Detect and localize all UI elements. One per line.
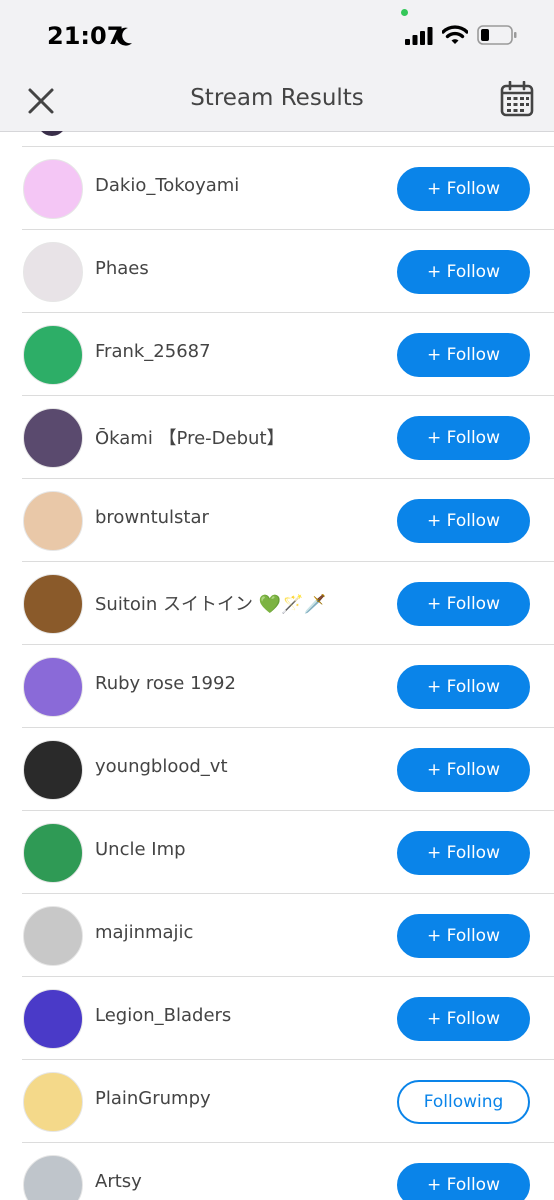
username[interactable]: Legion_Bladers <box>95 1005 231 1026</box>
list-item[interactable]: Artsy + Follow <box>22 1143 554 1200</box>
follow-button[interactable]: + Follow <box>397 831 530 875</box>
status-bar: 21:07 <box>0 0 554 70</box>
privacy-indicator <box>401 9 408 16</box>
list-item[interactable]: browntulstar + Follow <box>22 479 554 562</box>
follow-button[interactable]: + Follow <box>397 997 530 1041</box>
follow-button[interactable]: + Follow <box>397 582 530 626</box>
list-item[interactable]: youngblood_vt + Follow <box>22 728 554 811</box>
avatar[interactable] <box>23 159 83 219</box>
list-item[interactable]: Frank_25687 + Follow <box>22 313 554 396</box>
avatar <box>36 131 68 136</box>
follow-button[interactable]: + Follow <box>397 1163 530 1200</box>
status-time: 21:07 <box>47 22 124 50</box>
list-item[interactable] <box>22 131 554 147</box>
follow-button[interactable]: + Follow <box>397 167 530 211</box>
avatar[interactable] <box>23 408 83 468</box>
moon-icon <box>116 27 132 46</box>
calendar-button[interactable] <box>500 81 534 117</box>
page-title: Stream Results <box>190 85 364 111</box>
username[interactable]: Ōkami 【Pre-Debut】 <box>95 424 285 450</box>
username[interactable]: Phaes <box>95 258 149 279</box>
avatar[interactable] <box>23 740 83 800</box>
follow-button[interactable]: + Follow <box>397 748 530 792</box>
follow-button[interactable]: + Follow <box>397 914 530 958</box>
list-item[interactable]: Phaes + Follow <box>22 230 554 313</box>
calendar-icon[interactable] <box>500 81 534 117</box>
list-item[interactable]: Legion_Bladers + Follow <box>22 977 554 1060</box>
username[interactable]: youngblood_vt <box>95 756 228 777</box>
username[interactable]: Artsy <box>95 1171 142 1192</box>
list-item[interactable]: Ōkami 【Pre-Debut】 + Follow <box>22 396 554 479</box>
username[interactable]: Frank_25687 <box>95 341 211 362</box>
avatar[interactable] <box>23 657 83 717</box>
follow-button[interactable]: + Follow <box>397 416 530 460</box>
username[interactable]: Suitoin スイトイン 💚🪄🗡️ <box>95 590 326 616</box>
avatar[interactable] <box>23 989 83 1049</box>
username[interactable]: majinmajic <box>95 922 193 943</box>
avatar[interactable] <box>23 242 83 302</box>
battery-icon <box>477 25 517 45</box>
list-item[interactable]: Suitoin スイトイン 💚🪄🗡️ + Follow <box>22 562 554 645</box>
avatar[interactable] <box>23 325 83 385</box>
list-item[interactable]: majinmajic + Follow <box>22 894 554 977</box>
list-item[interactable]: Ruby rose 1992 + Follow <box>22 645 554 728</box>
avatar[interactable] <box>23 1072 83 1132</box>
cellular-signal-icon <box>405 27 433 45</box>
results-list[interactable]: Dakio_Tokoyami + Follow Phaes + Follow Frank… <box>0 131 554 1200</box>
wifi-icon <box>442 25 468 44</box>
avatar[interactable] <box>23 491 83 551</box>
username[interactable]: browntulstar <box>95 507 209 528</box>
avatar[interactable] <box>23 906 83 966</box>
follow-button[interactable]: + Follow <box>397 250 530 294</box>
list-item[interactable]: Uncle Imp + Follow <box>22 811 554 894</box>
follow-button[interactable]: + Follow <box>397 665 530 709</box>
username[interactable]: Dakio_Tokoyami <box>95 175 239 196</box>
follow-button[interactable]: + Follow <box>397 333 530 377</box>
list-item[interactable]: Dakio_Tokoyami + Follow <box>22 147 554 230</box>
avatar[interactable] <box>23 574 83 634</box>
follow-button[interactable]: + Follow <box>397 499 530 543</box>
username[interactable]: PlainGrumpy <box>95 1088 211 1109</box>
avatar[interactable] <box>23 823 83 883</box>
avatar[interactable] <box>23 1155 83 1200</box>
following-button[interactable]: Following <box>397 1080 530 1124</box>
navigation-header: Stream Results <box>0 70 554 132</box>
username[interactable]: Ruby rose 1992 <box>95 673 236 694</box>
username[interactable]: Uncle Imp <box>95 839 186 860</box>
list-item[interactable]: PlainGrumpy Following <box>22 1060 554 1143</box>
results-rows: Dakio_Tokoyami + Follow Phaes + Follow Frank… <box>0 147 554 1200</box>
